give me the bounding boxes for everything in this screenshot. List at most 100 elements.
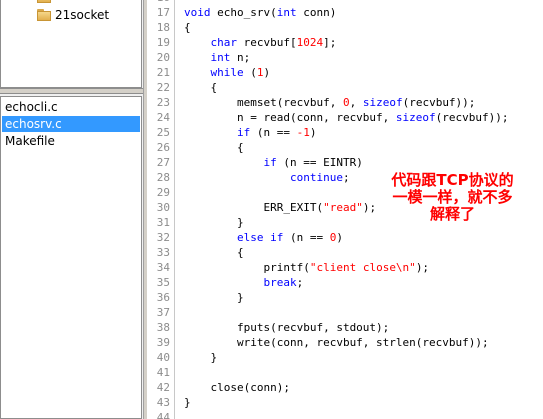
code-keyword: if — [263, 156, 277, 169]
code-line[interactable]: char recvbuf[1024]; — [184, 35, 337, 50]
code-text: memset(recvbuf, — [184, 96, 343, 109]
code-text: ; — [296, 276, 304, 289]
code-text: fputs(recvbuf, stdout); — [184, 321, 390, 334]
code-text: n; — [230, 51, 251, 64]
line-number: 28 — [156, 171, 170, 184]
line-number: 37 — [156, 306, 170, 319]
code-keyword: break — [263, 276, 297, 289]
code-line[interactable]: fputs(recvbuf, stdout); — [184, 320, 389, 335]
code-keyword: sizeof — [395, 111, 436, 124]
code-text: n = read(conn, recvbuf, — [184, 111, 396, 124]
line-number: 32 — [156, 231, 170, 244]
code-text: ) — [309, 126, 317, 139]
line-number: 44 — [156, 411, 170, 419]
code-line[interactable]: while (1) — [184, 65, 271, 80]
code-line[interactable]: { — [184, 245, 244, 260]
line-number: 33 — [156, 246, 170, 259]
line-number: 41 — [156, 366, 170, 379]
code-text: { — [184, 81, 218, 94]
code-text: } — [184, 216, 244, 229]
code-line[interactable]: close(conn); — [184, 380, 290, 395]
code-text: ( — [243, 66, 257, 79]
code-text: write(conn, recvbuf, strlen(recvbuf)); — [184, 336, 489, 349]
folder-icon — [37, 9, 53, 21]
code-line[interactable]: printf("client close\n"); — [184, 260, 429, 275]
folder-tree: 21socket — [0, 0, 142, 88]
code-text: { — [184, 246, 244, 259]
code-line[interactable]: } — [184, 215, 244, 230]
code-literal: "read" — [323, 201, 363, 214]
code-text: ERR_EXIT( — [184, 201, 324, 214]
file-item-echocli[interactable]: echocli.c — [2, 99, 140, 115]
file-list: echocli.c echosrv.c Makefile — [0, 96, 142, 419]
line-number: 21 — [156, 66, 170, 79]
code-text: (recvbuf)); — [435, 111, 509, 124]
horizontal-splitter[interactable] — [0, 88, 143, 94]
code-line[interactable]: } — [184, 290, 244, 305]
folder-icon — [37, 0, 53, 3]
code-line[interactable]: continue; — [184, 170, 350, 185]
code-line[interactable]: { — [184, 20, 191, 35]
line-number: 22 — [156, 81, 170, 94]
code-text: ) — [336, 231, 343, 244]
code-literal: "client close\n" — [309, 261, 416, 274]
line-number: 26 — [156, 141, 170, 154]
code-text: ); — [362, 201, 377, 214]
code-text: (recvbuf)); — [402, 96, 476, 109]
code-text: close(conn); — [184, 381, 290, 394]
code-line[interactable]: write(conn, recvbuf, strlen(recvbuf)); — [184, 335, 489, 350]
line-number: 24 — [156, 111, 170, 124]
code-text: ); — [415, 261, 430, 274]
code-text: recvbuf[ — [237, 36, 297, 49]
code-line[interactable]: memset(recvbuf, 0, sizeof(recvbuf)); — [184, 95, 475, 110]
code-line[interactable]: if (n == EINTR) — [184, 155, 363, 170]
line-number: 31 — [156, 216, 170, 229]
file-item-makefile[interactable]: Makefile — [2, 133, 140, 149]
code-keyword: if — [236, 126, 251, 139]
code-text: } — [184, 291, 244, 304]
code-line[interactable]: } — [184, 395, 191, 410]
code-keyword: continue — [289, 171, 343, 184]
annotation-note: 代码跟TCP协议的 一模一样，就不多 解释了 — [380, 172, 525, 223]
line-number: 25 — [156, 126, 170, 139]
code-keyword: else — [236, 231, 264, 244]
line-number: 27 — [156, 156, 170, 169]
code-literal: 1 — [256, 66, 264, 79]
code-line[interactable]: { — [184, 80, 217, 95]
annotation-line: 一模一样，就不多 — [392, 188, 513, 206]
tree-item-21socket[interactable]: 21socket — [1, 6, 141, 24]
line-number: 17 — [156, 6, 170, 19]
line-number: 29 — [156, 186, 170, 199]
code-line[interactable]: else if (n == 0) — [184, 230, 343, 245]
code-line[interactable]: if (n == -1) — [184, 125, 316, 140]
code-keyword: sizeof — [362, 96, 403, 109]
code-keyword: if — [270, 231, 284, 244]
code-line[interactable]: int n; — [184, 50, 251, 65]
line-number: 18 — [156, 21, 170, 34]
file-item-echosrv[interactable]: echosrv.c — [2, 116, 140, 132]
line-number: 23 — [156, 96, 170, 109]
code-text: (n == EINTR) — [276, 156, 363, 169]
line-number-gutter: 1617181920212223242526272829303132333435… — [147, 0, 175, 419]
code-line[interactable]: void echo_srv(int conn) — [184, 5, 336, 20]
code-line[interactable]: break; — [184, 275, 303, 290]
code-keyword: char — [210, 36, 238, 49]
code-text: } — [184, 351, 218, 364]
line-number: 42 — [156, 381, 170, 394]
line-number: 40 — [156, 351, 170, 364]
code-line[interactable]: } — [184, 350, 217, 365]
code-line[interactable]: n = read(conn, recvbuf, sizeof(recvbuf))… — [184, 110, 509, 125]
code-line[interactable]: { — [184, 140, 244, 155]
line-number: 20 — [156, 51, 170, 64]
code-line[interactable]: ERR_EXIT("read"); — [184, 200, 376, 215]
code-literal: -1 — [296, 126, 310, 139]
code-text: echo_srv( — [210, 6, 277, 19]
code-keyword: int — [276, 6, 297, 19]
tree-item-label: 21socket — [55, 8, 110, 22]
line-number: 35 — [156, 276, 170, 289]
